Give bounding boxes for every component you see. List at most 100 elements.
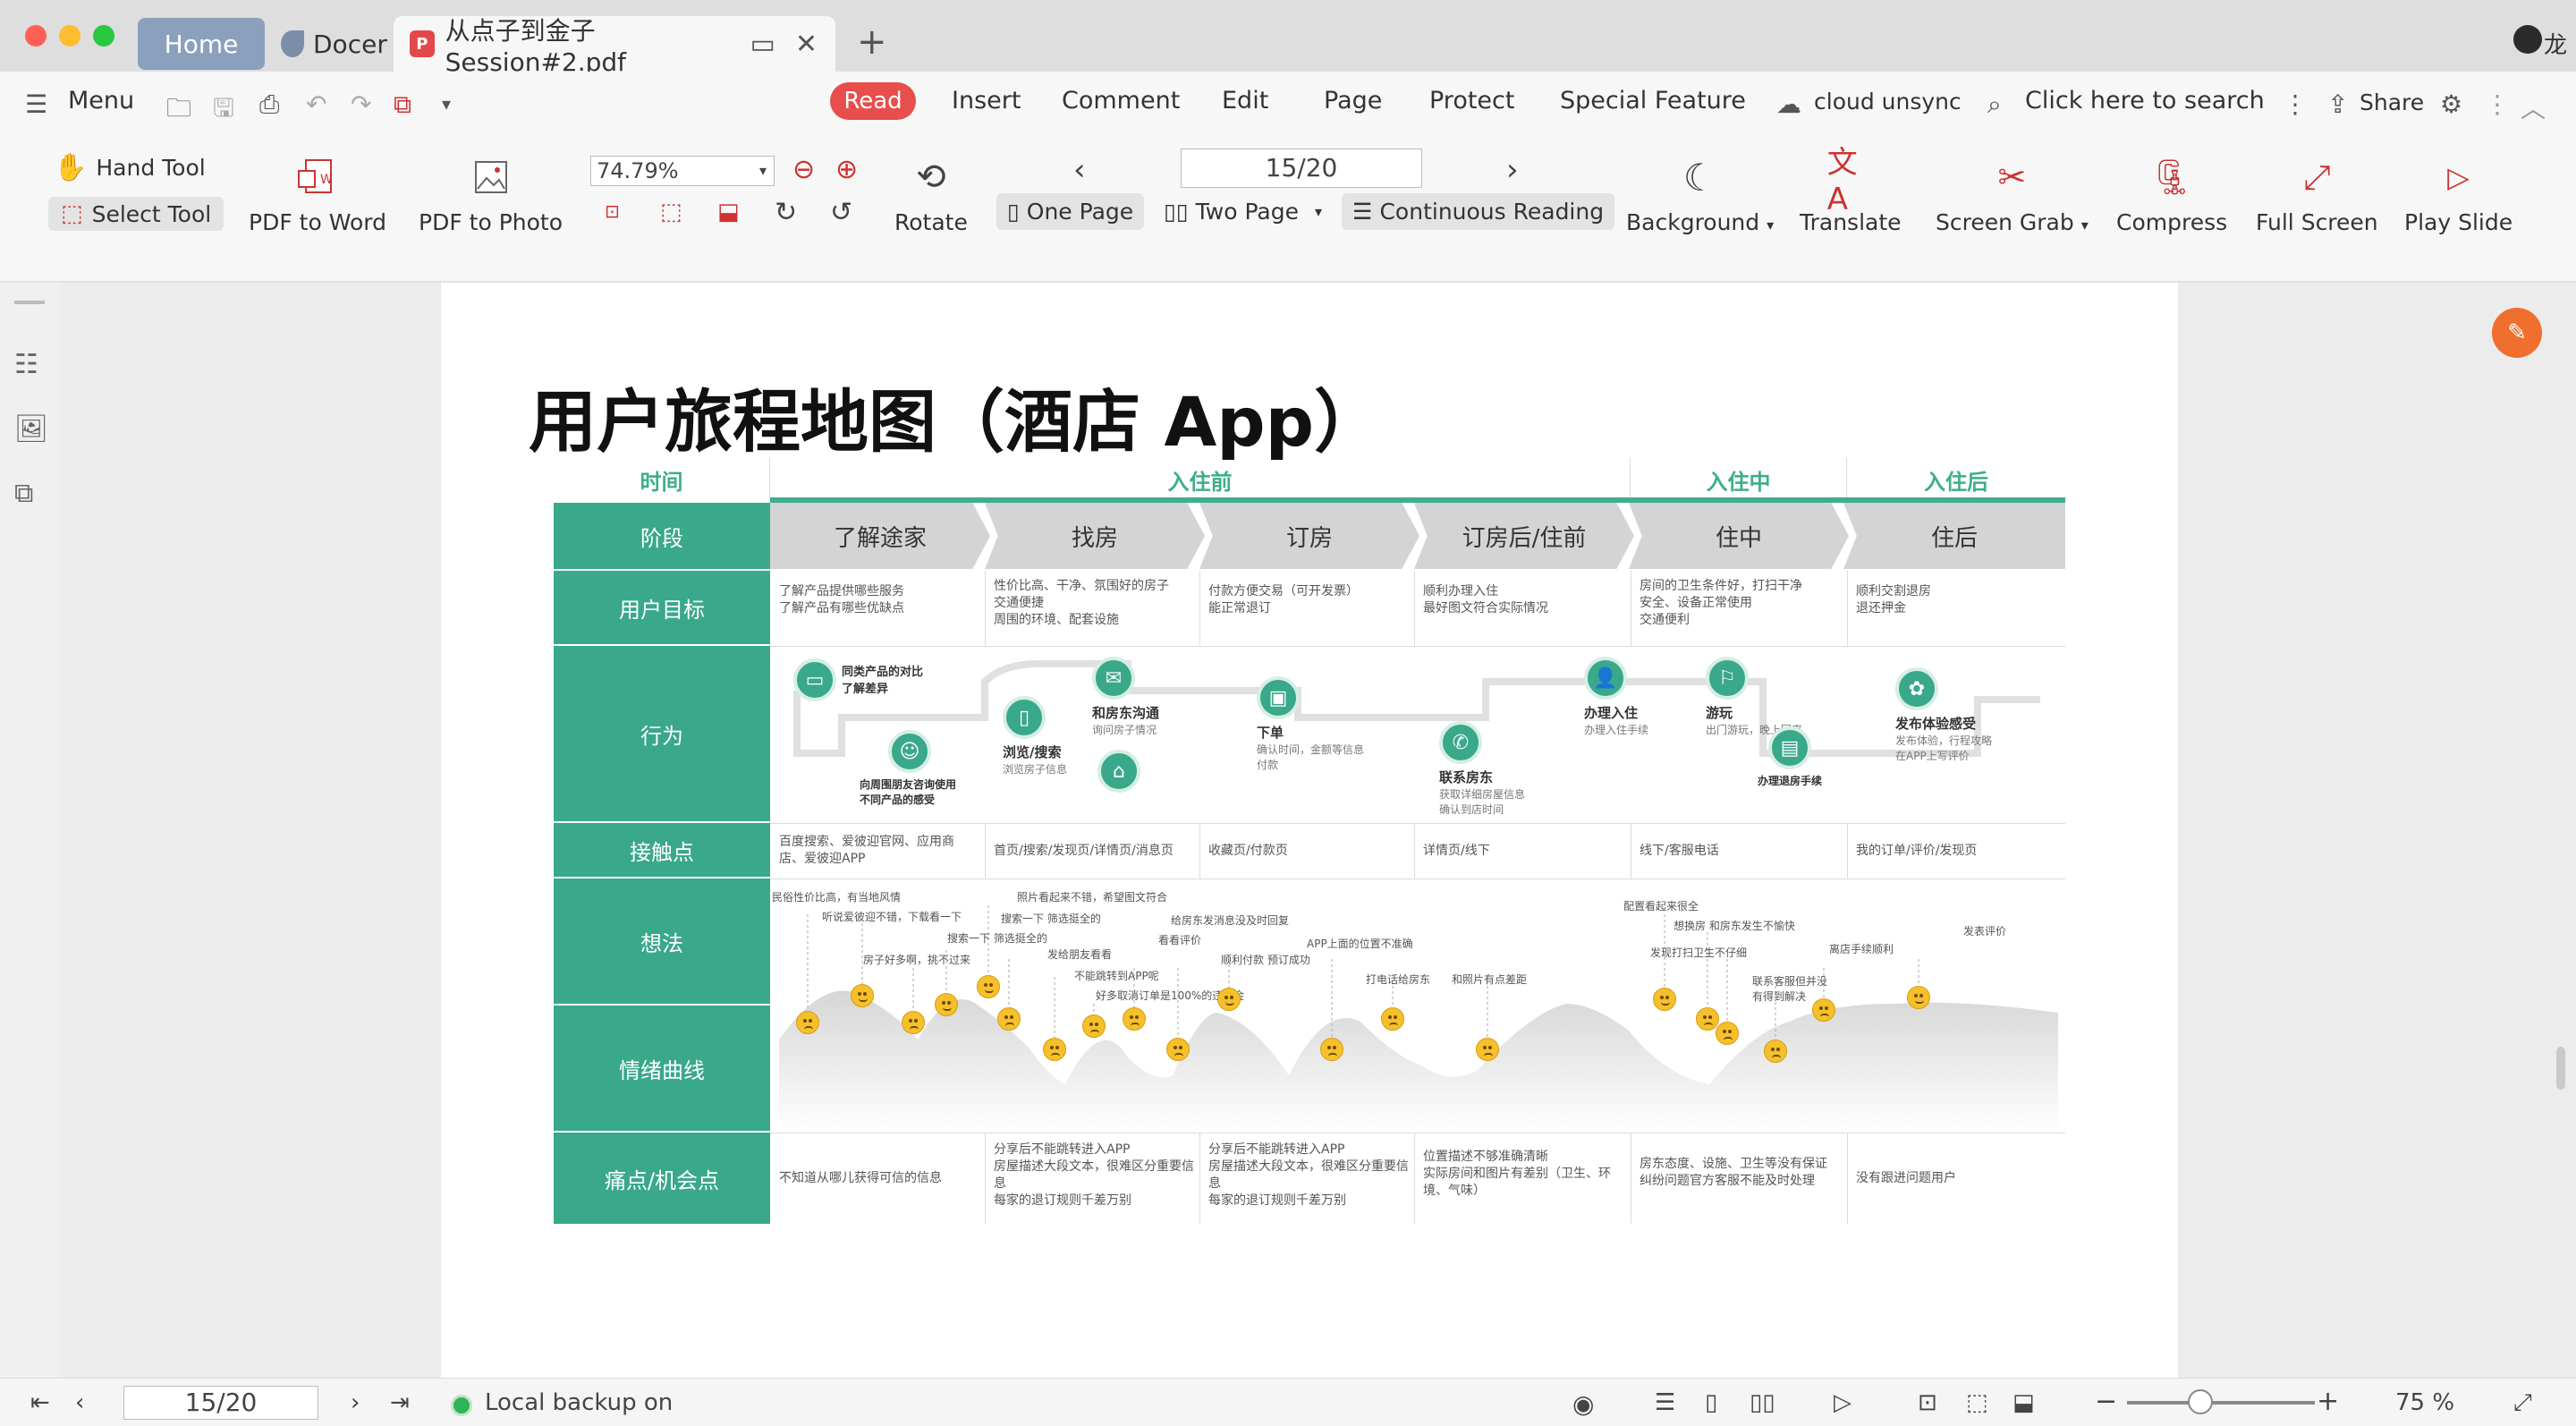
zoom-in-icon[interactable]: +	[2317, 1386, 2339, 1417]
more-dropdown-icon[interactable]: ▾	[442, 93, 451, 115]
eye-icon[interactable]: ◉	[1572, 1389, 1594, 1419]
emoji-happy-icon	[851, 984, 874, 1007]
compress-button[interactable]: 🗜 Compress	[2116, 154, 2227, 236]
close-tab-icon[interactable]: ✕	[795, 29, 818, 60]
single-page-icon[interactable]: ▯	[1705, 1389, 1717, 1416]
play-icon[interactable]: ▷	[1834, 1389, 1852, 1416]
person-icon: 👤	[1584, 657, 1627, 700]
next-page-icon[interactable]: ›	[351, 1389, 360, 1416]
tab-insert[interactable]: Insert	[952, 87, 1021, 115]
actual-size-icon[interactable]: ⊡	[1918, 1389, 1937, 1416]
zoom-out-icon[interactable]: ⊖	[792, 154, 815, 185]
emoji-happy-icon	[977, 975, 1000, 998]
collapse-ribbon-icon[interactable]: ︿	[2521, 89, 2546, 125]
zoom-percentage[interactable]: 75 %	[2395, 1389, 2454, 1416]
floating-assistant-button[interactable]: ✎	[2492, 308, 2542, 358]
undo-icon[interactable]: ↶	[306, 89, 326, 119]
fit-width-icon[interactable]: ⬓	[2012, 1389, 2035, 1416]
tab-page[interactable]: Page	[1324, 87, 1382, 115]
pdf-reader-window: Home Docer P 从点子到金子Session#2.pdf ▭ ✕ + 龙…	[0, 0, 2576, 1426]
two-page-button[interactable]: ▯▯ Two Page ▾	[1153, 193, 1333, 230]
tab-special-feature[interactable]: Special Feature	[1560, 87, 1746, 115]
select-tool-button[interactable]: ⬚ Select Tool	[48, 197, 225, 231]
thumbnail-icon[interactable]: 🖼	[14, 413, 48, 445]
rotate-right-icon[interactable]: ↻	[775, 197, 797, 228]
maximize-window-button[interactable]	[93, 25, 114, 47]
zoom-slider-handle[interactable]	[2188, 1389, 2213, 1414]
backup-status[interactable]: Local backup on	[485, 1389, 673, 1416]
previous-page-icon[interactable]: ‹	[1073, 152, 1086, 188]
avatar[interactable]	[2513, 25, 2542, 54]
zoom-in-icon[interactable]: ⊕	[835, 154, 858, 185]
sidebar-handle[interactable]	[14, 301, 45, 304]
minimize-window-button[interactable]	[59, 25, 80, 47]
share-button[interactable]: Share	[2360, 89, 2424, 115]
fit-width-icon[interactable]: ⬓	[717, 199, 740, 225]
screen-icon[interactable]: ▭	[750, 29, 775, 60]
translate-button[interactable]: 文A Translate	[1800, 145, 1902, 236]
play-slide-button[interactable]: ▷ Play Slide	[2404, 154, 2512, 235]
tab-protect[interactable]: Protect	[1429, 87, 1514, 115]
bookmark-icon[interactable]: ⧉	[14, 478, 45, 509]
hand-tool-button[interactable]: ✋ Hand Tool	[54, 152, 206, 183]
goal-cell: 顺利办理入住 最好图文符合实际情况	[1423, 584, 1548, 615]
tab-pdf-document[interactable]: P 从点子到金子Session#2.pdf ▭ ✕	[394, 16, 835, 77]
continuous-view-icon[interactable]: ☰	[1655, 1389, 1675, 1416]
emoji-sad-icon	[1320, 1038, 1343, 1061]
continuous-reading-label: Continuous Reading	[1379, 199, 1605, 225]
actual-size-icon[interactable]: ⊡	[605, 200, 620, 222]
continuous-reading-button[interactable]: ☰ Continuous Reading	[1342, 193, 1615, 230]
gear-icon[interactable]: ⚙	[2440, 89, 2462, 119]
menu-button[interactable]: Menu	[68, 87, 134, 115]
outline-icon[interactable]: ☷	[14, 349, 45, 380]
save-icon[interactable]: 🖫	[213, 89, 234, 132]
export-icon[interactable]: ⧉	[394, 89, 411, 120]
thought-text: 顺利付款 预订成功	[1221, 954, 1310, 966]
page-number-input[interactable]: 15/20	[1181, 149, 1422, 188]
redo-icon[interactable]: ↷	[351, 89, 371, 119]
fit-page-icon[interactable]: ⬚	[660, 199, 682, 225]
rotate-button[interactable]: ⟲ Rotate	[894, 154, 968, 235]
pdf-to-photo-button[interactable]: PDF to Photo	[419, 154, 563, 235]
rotate-left-icon[interactable]: ↺	[830, 197, 852, 228]
tab-comment[interactable]: Comment	[1062, 87, 1180, 115]
touchpoint-cell: 线下/客服电话	[1640, 844, 1719, 858]
search-input[interactable]: Click here to search	[2025, 87, 2265, 115]
new-tab-button[interactable]: +	[857, 21, 887, 63]
phone-call-icon: ✆	[1439, 721, 1482, 764]
screen-grab-button[interactable]: ✂ Screen Grab ▾	[1936, 154, 2089, 235]
tab-read[interactable]: Read	[830, 82, 916, 120]
full-screen-button[interactable]: ⤢ Full Screen	[2256, 154, 2378, 236]
action-title: 和房东沟通	[1092, 705, 1160, 721]
fullscreen-icon[interactable]: ⤢	[2513, 1389, 2532, 1417]
background-button[interactable]: ☾ Background ▾	[1626, 154, 1774, 236]
next-page-icon[interactable]: ›	[1506, 152, 1519, 188]
left-sidebar: ☷ 🖼 ⧉	[0, 283, 61, 1378]
zoom-select[interactable]: 74.79% ▾	[590, 156, 775, 186]
one-page-button[interactable]: ▯ One Page	[996, 193, 1145, 230]
document-viewport[interactable]: 用户旅程地图（酒店 App） 时间 入住前 入住中 入住后 阶段 用户目标 行为…	[61, 283, 2576, 1378]
page-number-input[interactable]: 15/20	[123, 1386, 318, 1420]
zoom-out-icon[interactable]: −	[2095, 1386, 2117, 1417]
first-page-icon[interactable]: ⇤	[30, 1389, 50, 1416]
docer-icon	[281, 30, 304, 57]
cloud-status[interactable]: cloud unsync	[1814, 89, 1962, 115]
hamburger-icon[interactable]: ☰	[25, 89, 47, 119]
last-page-icon[interactable]: ⇥	[390, 1389, 410, 1416]
pdf-to-word-button[interactable]: W PDF to Word	[249, 154, 386, 235]
page-indicator: 15/20	[1265, 153, 1338, 182]
fit-page-icon[interactable]: ⬚	[1966, 1389, 1988, 1416]
two-page-icon[interactable]: ▯▯	[1750, 1389, 1775, 1416]
zoom-slider[interactable]	[2127, 1401, 2315, 1405]
tab-docer[interactable]: Docer	[274, 16, 390, 72]
more-vertical-icon[interactable]: ⋮	[2485, 89, 2510, 119]
open-folder-icon[interactable]: 🗀	[166, 89, 191, 132]
more-options-icon[interactable]: ⋮	[2283, 89, 2308, 119]
tab-edit[interactable]: Edit	[1222, 87, 1268, 115]
vertical-scrollbar[interactable]	[2556, 1047, 2565, 1090]
thought-text: 离店手续顺利	[1829, 943, 1894, 955]
tab-home[interactable]: Home	[138, 18, 265, 70]
print-icon[interactable]: ⎙	[259, 89, 279, 120]
close-window-button[interactable]	[25, 25, 47, 47]
previous-page-icon[interactable]: ‹	[75, 1389, 84, 1416]
